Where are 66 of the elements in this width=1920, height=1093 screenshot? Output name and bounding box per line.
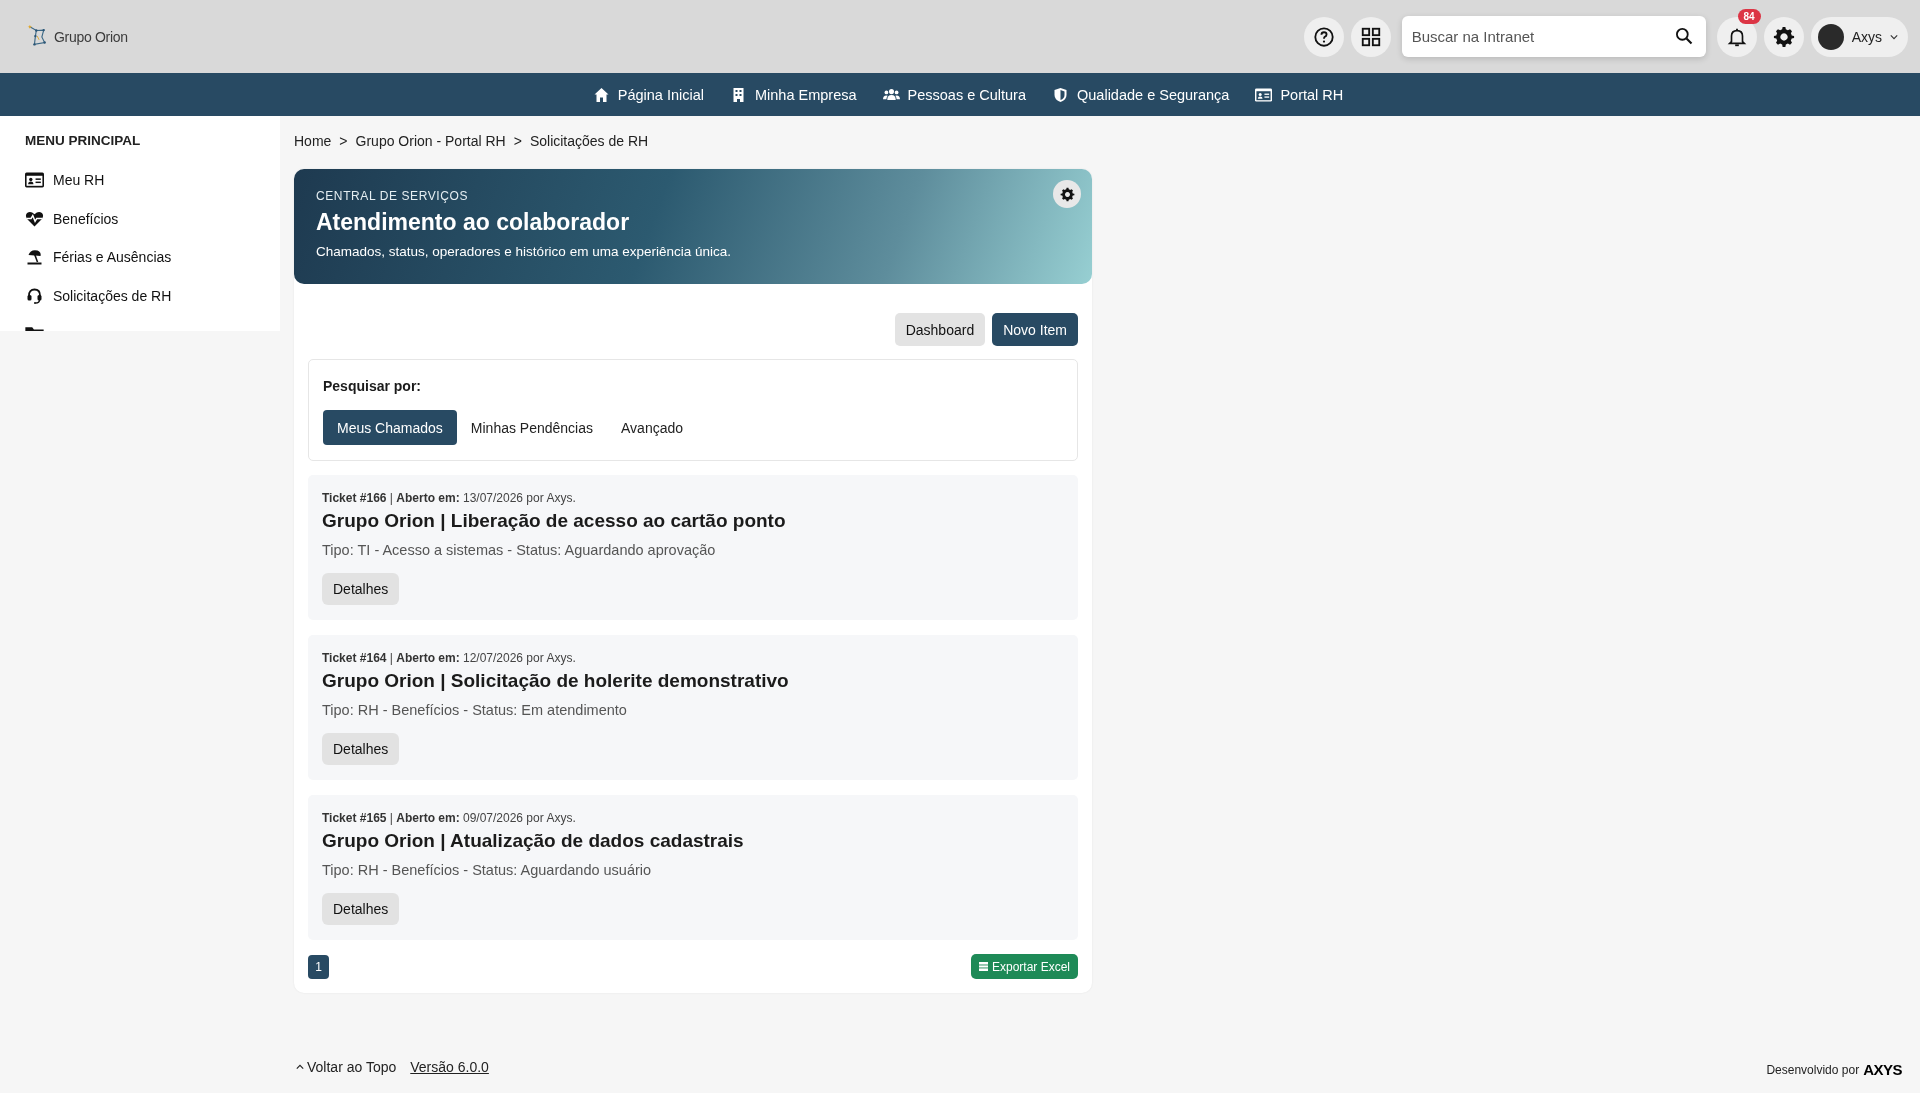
grid-icon — [1359, 25, 1382, 48]
ticket-title: Grupo Orion | Atualização de dados cadastrais — [322, 830, 745, 852]
breadcrumb-separator: > — [513, 133, 522, 149]
id-card-icon — [1255, 86, 1273, 103]
ticket-meta: Ticket #164 | Aberto em: 12/07/2026 por Axys. — [322, 651, 577, 665]
notification-count: 84 — [1737, 8, 1761, 24]
credit-logo[interactable]: AXYS — [1863, 1061, 1902, 1078]
filter-tab[interactable]: Minhas Pendências — [456, 410, 607, 445]
ticket-title: Grupo Orion | Solicitação de holerite demonstrativo — [322, 670, 790, 692]
banner-title: Atendimento ao colaborador — [316, 209, 631, 236]
ticket-info: Tipo: RH - Benefícios - Status: Aguardando usuário — [322, 862, 653, 878]
new-item-button[interactable]: Novo Item — [992, 313, 1078, 346]
ticket-title: Grupo Orion | Liberação de acesso ao cartão ponto — [322, 510, 787, 532]
user-menu[interactable]: Axys — [1810, 16, 1908, 57]
sidebar-title: MENU PRINCIPAL — [25, 133, 142, 148]
nav-link[interactable]: Portal RH — [1255, 86, 1344, 103]
caret-icon — [1890, 33, 1898, 40]
sidebar-item[interactable]: Benefícios — [25, 199, 255, 238]
home-icon — [592, 86, 610, 103]
nav-link[interactable]: Página Inicial — [592, 86, 704, 103]
breadcrumb-link[interactable]: Solicitações de RH — [529, 133, 649, 149]
details-button[interactable]: Detalhes — [322, 733, 400, 765]
dashboard-button[interactable]: Dashboard — [894, 313, 986, 346]
filter-tab[interactable]: Avançado — [607, 410, 698, 445]
search-icon[interactable] — [1673, 26, 1694, 46]
filter-tab[interactable]: Meus Chamados — [323, 410, 457, 445]
beach-umbrella-icon — [25, 249, 44, 266]
search-field[interactable]: Buscar na Intranet — [1401, 16, 1706, 57]
people-icon — [882, 86, 900, 103]
settings-button[interactable] — [1763, 16, 1804, 57]
ticket-meta: Ticket #165 | Aberto em: 09/07/2026 por Axys. — [322, 811, 577, 825]
nav-link[interactable]: Qualidade e Segurança — [1052, 86, 1230, 103]
logo-text: Grupo Orion — [54, 28, 128, 45]
shield-icon — [1052, 86, 1069, 103]
ticket-info: Tipo: RH - Benefícios - Status: Em atendimento — [322, 702, 628, 718]
banner-eyebrow: CENTRAL DE SERVIÇOS — [316, 189, 470, 203]
breadcrumb-separator: > — [339, 133, 348, 149]
export-button[interactable]: Exportar Excel — [970, 954, 1078, 979]
back-to-top-link[interactable]: Voltar ao Topo — [296, 1059, 397, 1075]
breadcrumb-link[interactable]: Grupo Orion - Portal RH — [355, 133, 506, 149]
heart-pulse-icon — [25, 210, 44, 227]
id-card-icon — [25, 172, 44, 189]
sidebar-item[interactable]: Férias e Ausências — [25, 238, 255, 277]
details-button[interactable]: Detalhes — [322, 893, 400, 925]
version-link[interactable]: Versão 6.0.0 — [410, 1059, 489, 1075]
caret-up-icon — [296, 1064, 304, 1070]
table-icon — [978, 962, 988, 971]
search-label: Pesquisar por: — [323, 378, 423, 394]
logo[interactable]: Grupo Orion — [28, 24, 128, 49]
nav-link[interactable]: Minha Empresa — [730, 86, 857, 103]
settings-icon — [1772, 25, 1795, 48]
nav-link[interactable]: Pessoas e Cultura — [882, 86, 1026, 103]
page-button[interactable]: 1 — [308, 954, 329, 979]
ticket-info: Tipo: TI - Acesso a sistemas - Status: Aguardando aprovação — [322, 542, 717, 558]
breadcrumb-link[interactable]: Home — [294, 133, 332, 149]
ticket-meta: Ticket #166 | Aberto em: 13/07/2026 por Axys. — [322, 491, 577, 505]
headset-icon — [25, 287, 44, 304]
sidebar-item[interactable]: Meu RH — [25, 161, 255, 200]
banner-subtitle: Chamados, status, operadores e histórico em uma experiência única. — [316, 244, 732, 259]
sidebar-item[interactable]: Solicitações de RH — [25, 276, 255, 315]
credit-text: Desenvolvido por — [1766, 1062, 1860, 1077]
details-button[interactable]: Detalhes — [322, 573, 400, 605]
settings-button[interactable] — [1053, 180, 1081, 208]
avatar — [1817, 23, 1844, 50]
settings-icon — [1059, 186, 1075, 202]
help-icon — [1312, 25, 1335, 48]
